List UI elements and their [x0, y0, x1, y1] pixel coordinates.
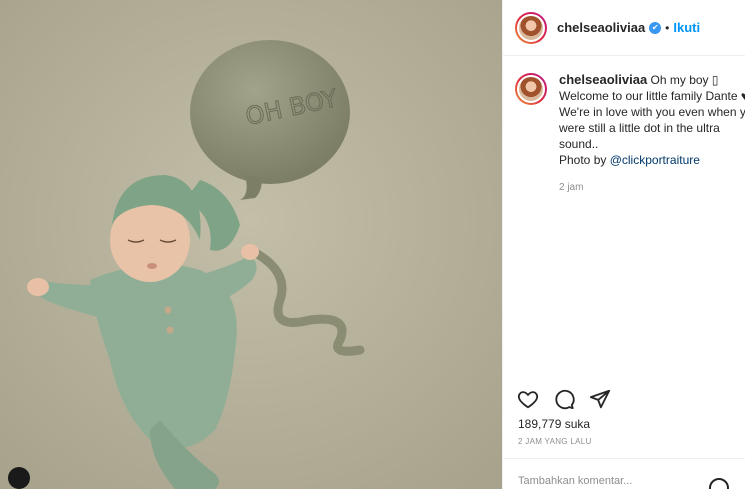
caption: chelseaoliviaa Oh my boy ▯ Welcome to ou… [503, 56, 745, 196]
mention-link[interactable]: @clickportraiture [610, 153, 700, 167]
caption-username[interactable]: chelseaoliviaa [559, 72, 647, 87]
newborn-photo-illustration: OH BOY [0, 0, 502, 489]
like-count[interactable]: 189,779 suka [518, 417, 590, 431]
caption-line-5: sound.. [559, 137, 599, 151]
comment-icon[interactable] [553, 388, 575, 410]
verified-icon: ✔ [649, 21, 662, 34]
post-header: chelseaoliviaa ✔ • Ikuti [503, 0, 745, 56]
caption-avatar[interactable] [515, 73, 547, 105]
user-tag-icon[interactable] [8, 467, 30, 489]
comment-input[interactable] [518, 475, 698, 487]
caption-line-2: Welcome to our little family Dante ♥ [559, 89, 745, 103]
post-timestamp[interactable]: 2 JAM YANG LALU [518, 437, 592, 446]
separator-dot: • [665, 20, 670, 35]
avatar[interactable] [515, 11, 547, 44]
caption-line-6: Photo by [559, 153, 610, 167]
caption-line-1: Oh my boy ▯ [650, 73, 719, 87]
share-icon[interactable] [589, 388, 611, 410]
follow-button[interactable]: Ikuti [673, 20, 700, 35]
caption-line-4: were still a little dot in the ultra [559, 121, 720, 135]
username-link[interactable]: chelseaoliviaa [557, 20, 645, 35]
caption-text: chelseaoliviaa Oh my boy ▯ Welcome to ou… [559, 72, 745, 196]
caption-line-3: We're in love with you even when you [559, 105, 745, 119]
action-bar [517, 388, 611, 410]
caption-time[interactable]: 2 jam [559, 180, 745, 196]
post-photo[interactable]: OH BOY [0, 0, 502, 489]
post-sidebar: chelseaoliviaa ✔ • Ikuti chelseaoliviaa … [502, 0, 745, 489]
heart-icon[interactable] [517, 388, 539, 410]
